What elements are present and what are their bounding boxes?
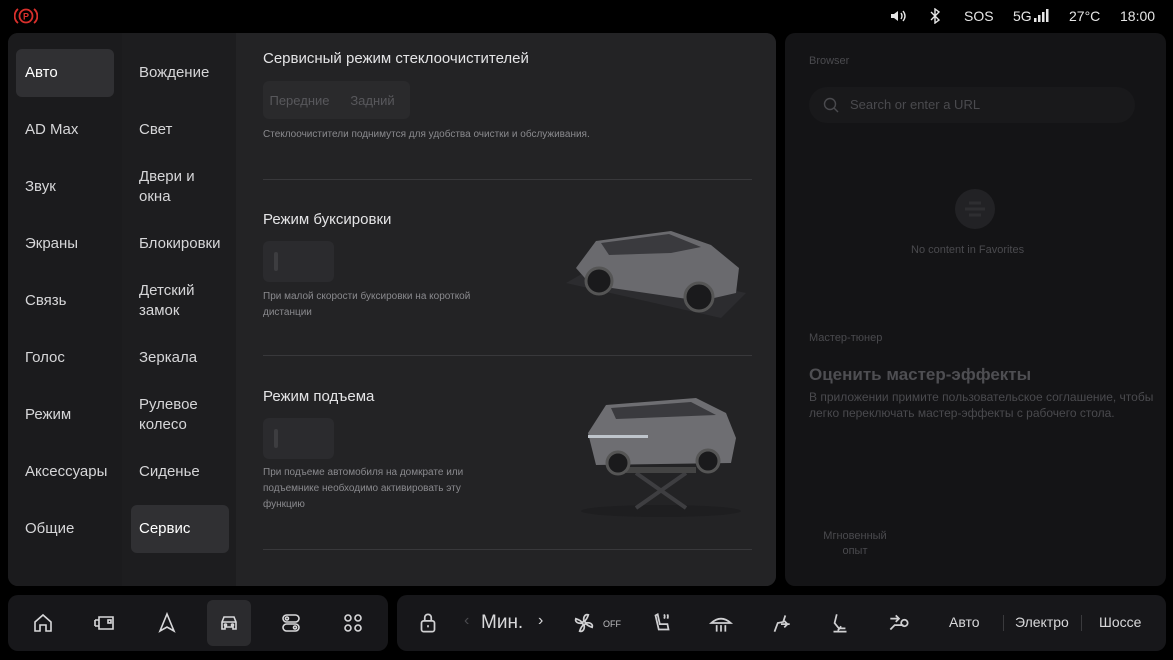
home-icon xyxy=(34,613,52,632)
search-placeholder: Search or enter a URL xyxy=(850,97,981,112)
signal-icon xyxy=(1034,9,1049,22)
secondary-nav: Вождение Свет Двери и окна Блокировки Де… xyxy=(122,33,236,586)
tow-mode-description: При малой скорости буксировки на коротко… xyxy=(263,291,471,318)
nav-item-seat[interactable]: Сиденье xyxy=(131,448,229,496)
divider xyxy=(263,179,752,180)
settings-panel: Авто AD Max Звук Экраны Связь Голос Режи… xyxy=(8,33,776,586)
fan-level-label: Мин. xyxy=(481,612,524,633)
wiper-service-title: Сервисный режим стеклоочистителей xyxy=(263,50,529,67)
controls-button[interactable] xyxy=(269,600,313,646)
clock-label: 18:00 xyxy=(1120,8,1156,24)
wiper-front-option[interactable]: Передние xyxy=(263,93,336,108)
navigation-button[interactable] xyxy=(145,600,189,646)
lift-mode-title: Режим подъема xyxy=(263,388,375,405)
airflow-feet-button[interactable] xyxy=(825,595,855,651)
mode-separator xyxy=(1003,615,1004,631)
recirculation-icon xyxy=(889,614,909,631)
tuner-label: Мастер-тюнер xyxy=(809,332,883,344)
nav-item-screens[interactable]: Экраны xyxy=(16,220,114,268)
apps-button[interactable] xyxy=(331,600,375,646)
tow-mode-toggle[interactable] xyxy=(263,241,334,282)
svg-text:P: P xyxy=(23,12,29,22)
search-icon xyxy=(823,97,839,113)
defrost-front-icon xyxy=(708,617,734,632)
drive-mode-auto[interactable]: Авто xyxy=(949,614,980,630)
defrost-front-button[interactable] xyxy=(706,595,736,651)
seat-heating-button[interactable] xyxy=(647,595,677,651)
lift-mode-toggle[interactable] xyxy=(263,418,334,459)
lock-icon xyxy=(420,613,436,633)
nav-item-accessories[interactable]: Аксессуары xyxy=(16,448,114,496)
toggles-icon xyxy=(282,614,300,632)
temperature-label: 27°C xyxy=(1069,8,1101,24)
airflow-face-icon xyxy=(773,615,790,632)
browser-label: Browser xyxy=(809,55,850,67)
divider xyxy=(263,549,752,550)
airflow-face-button[interactable] xyxy=(766,595,796,651)
drive-mode-highway[interactable]: Шоссе xyxy=(1099,614,1141,630)
tow-car-image xyxy=(566,231,746,318)
nav-item-mode[interactable]: Режим xyxy=(16,391,114,439)
nav-item-general[interactable]: Общие xyxy=(16,505,114,553)
favorites-empty-icon xyxy=(955,189,995,229)
fan-button[interactable] xyxy=(569,595,599,651)
wiper-description: Стеклоочистители поднимутся для удобства… xyxy=(263,129,590,140)
browser-search-input[interactable]: Search or enter a URL xyxy=(809,87,1135,123)
fan-state-label: OFF xyxy=(603,619,621,629)
service-content: Сервисный режим стеклоочистителей Передн… xyxy=(236,33,776,586)
nav-item-doors-windows[interactable]: Двери и окна xyxy=(131,163,221,211)
no-content-text: No content in Favorites xyxy=(911,244,1025,256)
nav-item-locks[interactable]: Блокировки xyxy=(131,220,229,268)
nav-item-child-lock[interactable]: Детский замок xyxy=(131,277,211,325)
recirculation-button[interactable] xyxy=(884,595,914,651)
wiper-segmented-control: Передние Задний xyxy=(263,81,410,119)
nav-item-auto[interactable]: Авто xyxy=(16,49,114,97)
climate-bar: ‹ Мин. › OFF Авто Электро Шоссе xyxy=(397,595,1166,651)
volume-icon[interactable] xyxy=(889,9,907,23)
home-button[interactable] xyxy=(21,600,65,646)
divider xyxy=(263,355,752,356)
status-bar: P SOS 5G 27°C 18:00 xyxy=(0,0,1173,32)
seat-heat-icon xyxy=(654,613,670,631)
vehicle-button[interactable] xyxy=(207,600,251,646)
nav-item-service[interactable]: Сервис xyxy=(131,505,229,553)
primary-nav: Авто AD Max Звук Экраны Связь Голос Режи… xyxy=(8,33,122,586)
screen-icon xyxy=(94,616,114,630)
app-dock xyxy=(8,595,388,651)
airflow-feet-icon xyxy=(833,614,847,633)
lock-button[interactable] xyxy=(413,595,443,651)
car-icon xyxy=(221,616,237,630)
instant-experience-button[interactable]: Мгновенный опыт xyxy=(815,529,895,559)
apps-grid-icon xyxy=(344,614,362,632)
navigation-icon xyxy=(158,611,176,633)
fan-increase-icon[interactable]: › xyxy=(538,612,543,630)
nav-item-lights[interactable]: Свет xyxy=(131,106,229,154)
nav-item-steering-wheel[interactable]: Рулевое колесо xyxy=(131,391,211,439)
mode-separator xyxy=(1081,615,1082,631)
nav-item-driving[interactable]: Вождение xyxy=(131,49,229,97)
lift-car-image xyxy=(581,398,741,517)
nav-item-voice[interactable]: Голос xyxy=(16,334,114,382)
nav-item-sound[interactable]: Звук xyxy=(16,163,114,211)
nav-item-connectivity[interactable]: Связь xyxy=(16,277,114,325)
wiper-rear-option[interactable]: Задний xyxy=(336,93,409,108)
screen-button[interactable] xyxy=(82,600,126,646)
fan-icon xyxy=(574,613,594,633)
parking-brake-icon: P xyxy=(14,8,38,24)
nav-item-mirrors[interactable]: Зеркала xyxy=(131,334,229,382)
fan-decrease-icon[interactable]: ‹ xyxy=(464,612,469,630)
lift-mode-description: При подъеме автомобиля на домкрате или п… xyxy=(263,467,464,510)
nav-item-ad-max[interactable]: AD Max xyxy=(16,106,114,154)
sos-label[interactable]: SOS xyxy=(964,8,994,24)
network-label: 5G xyxy=(1013,8,1032,24)
tow-mode-title: Режим буксировки xyxy=(263,211,392,228)
tuner-title: Оценить мастер-эффекты xyxy=(809,365,1032,384)
drive-mode-electric[interactable]: Электро xyxy=(1015,614,1069,630)
bluetooth-icon[interactable] xyxy=(929,8,941,24)
side-panel: Browser Search or enter a URL No content… xyxy=(785,33,1166,586)
tuner-description: В приложении примите пользовательское со… xyxy=(809,390,1154,420)
